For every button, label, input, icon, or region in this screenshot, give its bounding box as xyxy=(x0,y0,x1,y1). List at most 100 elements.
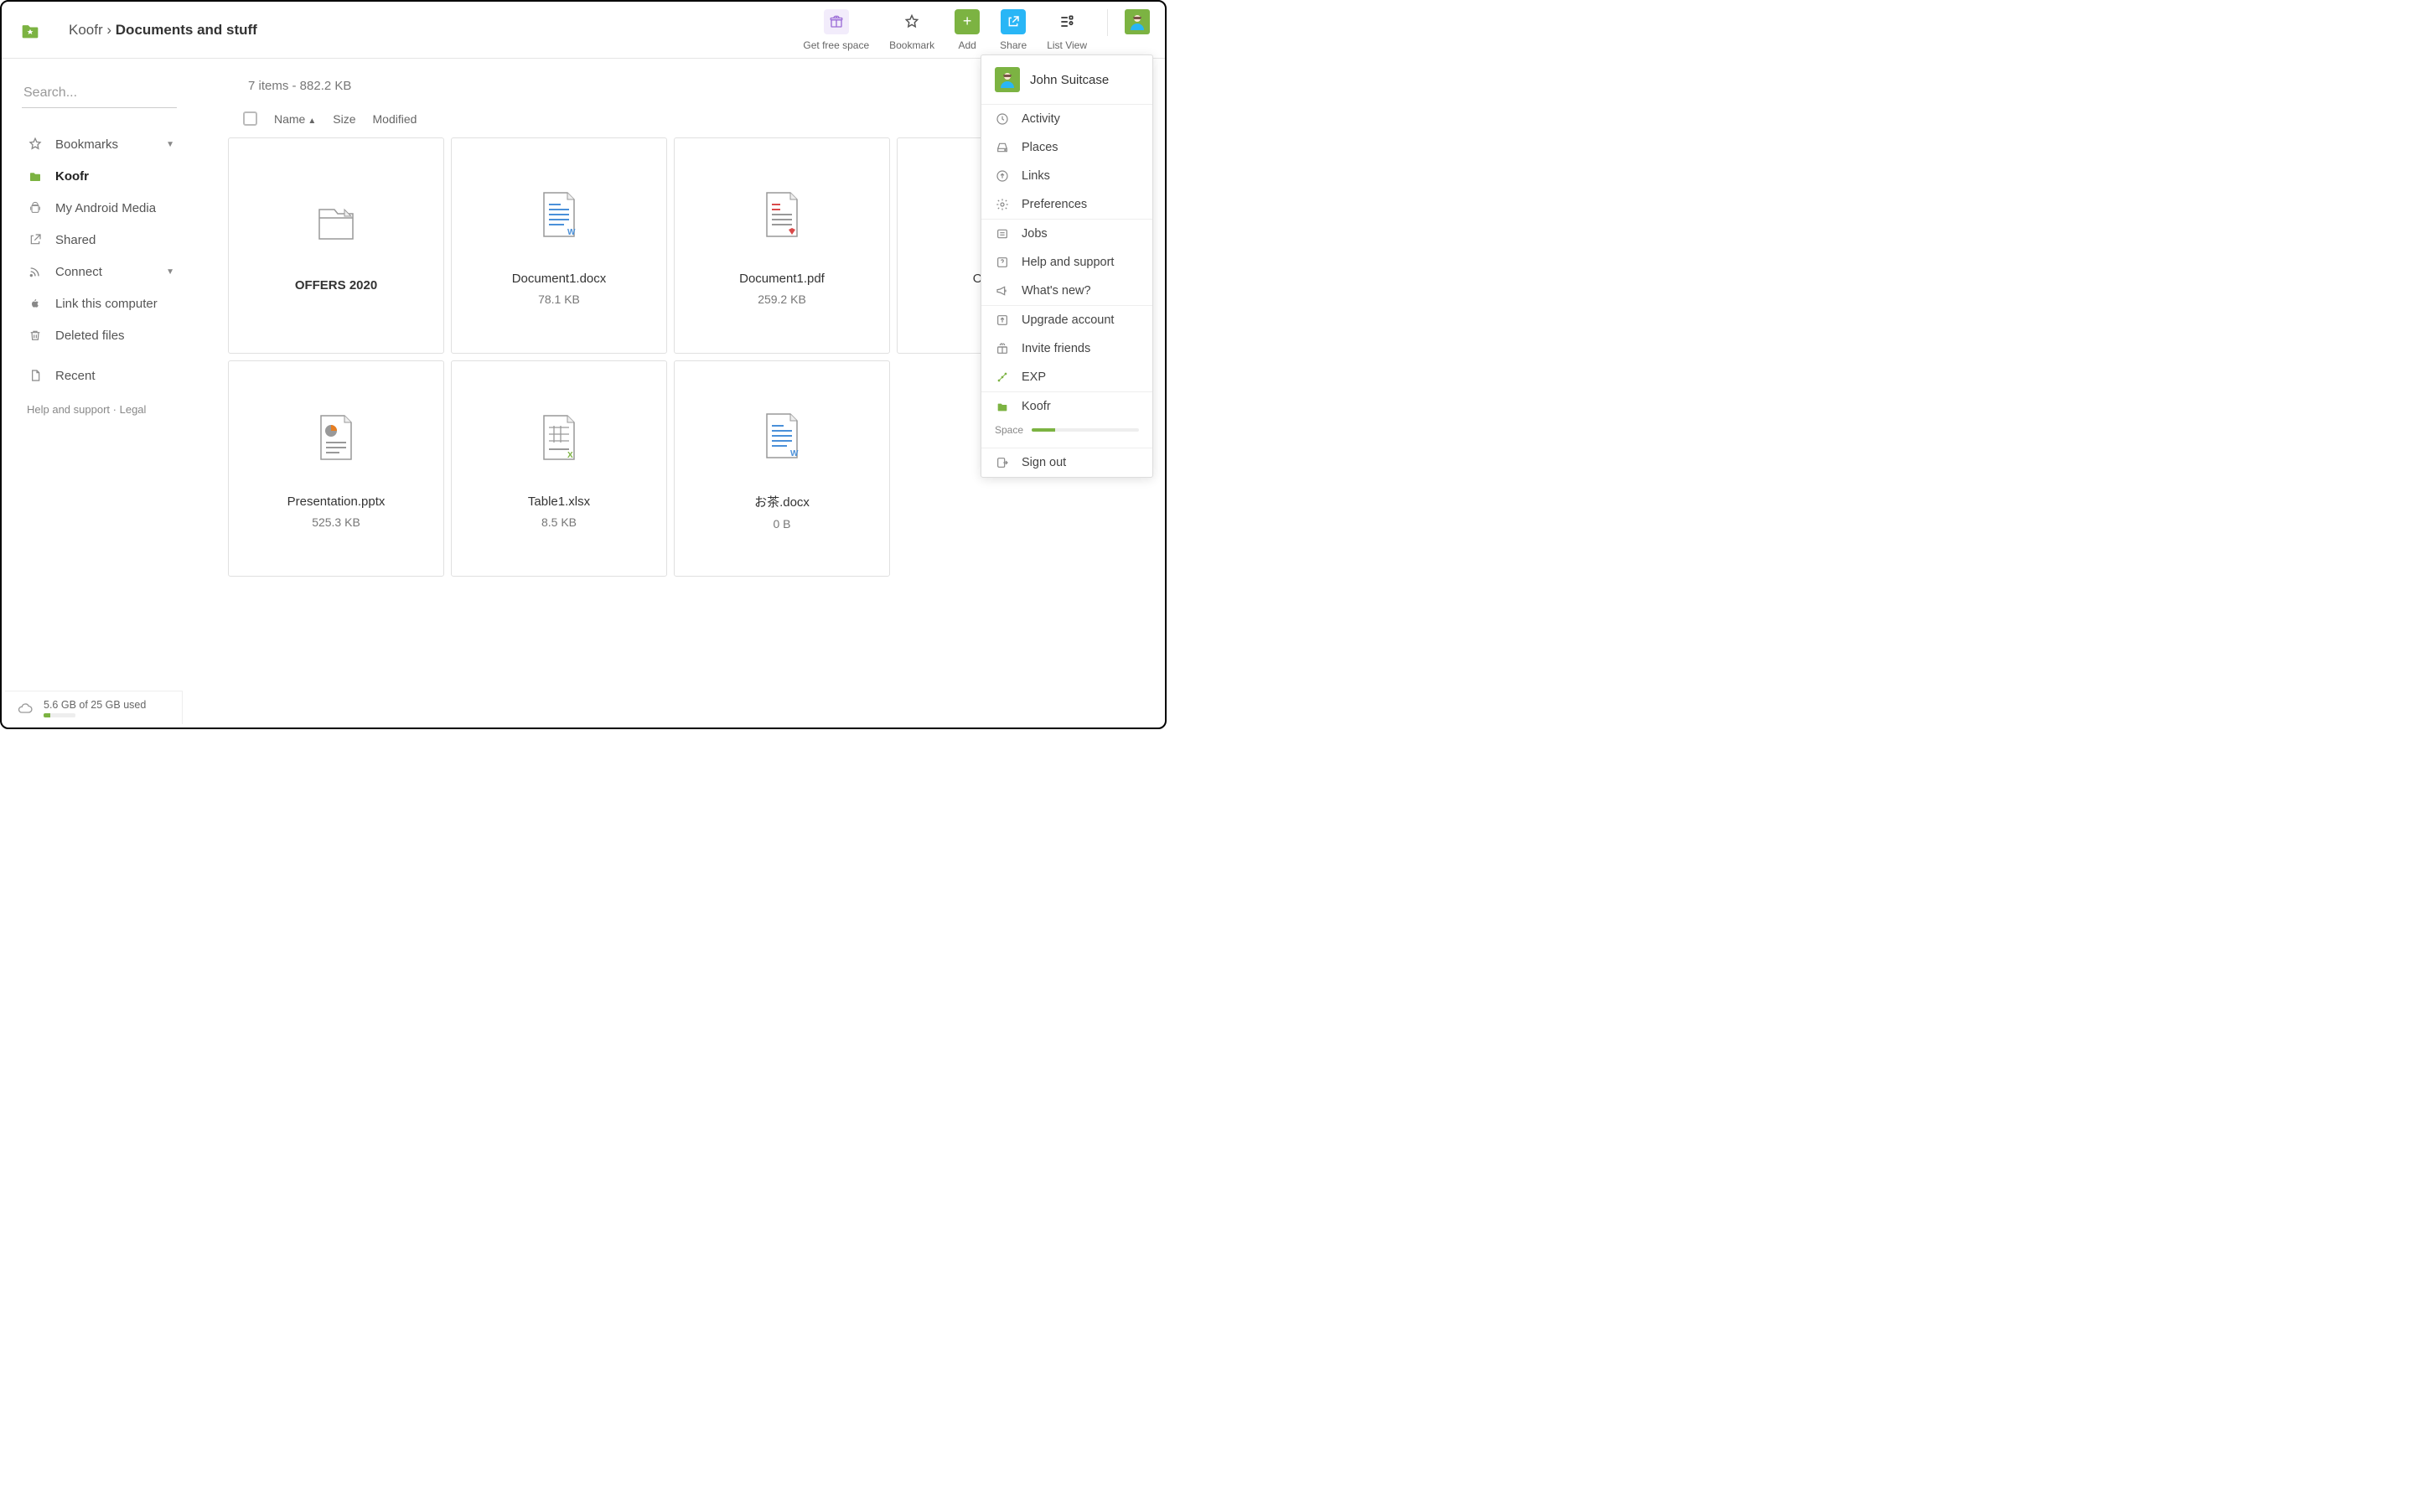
divider xyxy=(1107,9,1108,36)
breadcrumb-current: Documents and stuff xyxy=(116,22,257,38)
menu-koofr[interactable]: Koofr xyxy=(981,392,1152,421)
file-tile[interactable]: Document1.pdf 259.2 KB xyxy=(674,137,890,354)
file-name: Table1.xlsx xyxy=(528,495,590,509)
menu-exp[interactable]: EXP xyxy=(981,363,1152,391)
sort-asc-icon: ▲ xyxy=(308,117,316,126)
help-link[interactable]: Help and support xyxy=(27,403,110,416)
file-name: お茶.docx xyxy=(754,493,810,510)
pptx-icon xyxy=(313,409,360,466)
file-size: 259.2 KB xyxy=(758,293,806,306)
external-link-icon xyxy=(1001,9,1026,34)
sidebar-item-label: Bookmarks xyxy=(55,137,118,152)
list-view-icon xyxy=(1054,9,1079,34)
menu-space-row: Space xyxy=(981,421,1152,448)
sidebar-item-android[interactable]: My Android Media xyxy=(22,192,186,224)
sidebar-footer: Help and support · Legal xyxy=(22,391,186,416)
file-tile[interactable]: W お茶.docx 0 B xyxy=(674,360,890,577)
col-size[interactable]: Size xyxy=(333,112,355,126)
docx-icon: W xyxy=(536,186,582,243)
select-all-checkbox[interactable] xyxy=(243,111,257,126)
file-size: 78.1 KB xyxy=(538,293,580,306)
share-button[interactable]: Share xyxy=(990,9,1037,51)
get-free-space-button[interactable]: Get free space xyxy=(793,9,879,51)
sidebar: Bookmarks ▼ Koofr My Android Media Share… xyxy=(2,59,186,694)
sidebar-item-label: Koofr xyxy=(55,169,89,184)
user-avatar-icon xyxy=(995,67,1020,92)
user-name: John Suitcase xyxy=(1030,73,1109,87)
file-tile[interactable]: OFFERS 2020 xyxy=(228,137,444,354)
col-name[interactable]: Name▲ xyxy=(274,112,316,126)
svg-text:W: W xyxy=(790,449,799,458)
cloud-icon xyxy=(17,700,34,717)
col-modified[interactable]: Modified xyxy=(373,112,417,126)
menu-invite[interactable]: Invite friends xyxy=(981,334,1152,363)
user-menu: John Suitcase Activity Places Links Pref… xyxy=(981,54,1153,478)
svg-text:X: X xyxy=(567,451,573,460)
bag-icon xyxy=(995,399,1010,414)
sidebar-item-deleted[interactable]: Deleted files xyxy=(22,319,186,351)
file-tile[interactable]: W Document1.docx 78.1 KB xyxy=(451,137,667,354)
xlsx-icon: X xyxy=(536,409,582,466)
list-view-button[interactable]: List View xyxy=(1037,9,1097,51)
legal-link[interactable]: Legal xyxy=(120,403,147,416)
help-icon xyxy=(995,255,1010,270)
star-icon xyxy=(899,9,924,34)
file-icon xyxy=(27,367,44,384)
file-size: 8.5 KB xyxy=(541,515,577,529)
breadcrumb: Koofr › Documents and stuff xyxy=(69,22,257,39)
sidebar-item-label: Link this computer xyxy=(55,297,158,311)
file-tile[interactable]: X Table1.xlsx 8.5 KB xyxy=(451,360,667,577)
menu-preferences[interactable]: Preferences xyxy=(981,190,1152,219)
sidebar-item-bookmarks[interactable]: Bookmarks ▼ xyxy=(22,128,186,160)
share-icon xyxy=(27,231,44,248)
file-tile[interactable]: Presentation.pptx 525.3 KB xyxy=(228,360,444,577)
menu-links[interactable]: Links xyxy=(981,162,1152,190)
breadcrumb-root[interactable]: Koofr xyxy=(69,22,103,38)
search-input[interactable] xyxy=(22,79,177,108)
storage-status[interactable]: 5.6 GB of 25 GB used xyxy=(5,691,183,724)
menu-places[interactable]: Places xyxy=(981,133,1152,162)
file-name: OFFERS 2020 xyxy=(295,278,377,293)
gift-icon xyxy=(824,9,849,34)
signout-icon xyxy=(995,455,1010,470)
rss-icon xyxy=(27,263,44,280)
file-name: Document1.pdf xyxy=(739,272,825,286)
sidebar-item-label: Connect xyxy=(55,265,102,279)
menu-help[interactable]: Help and support xyxy=(981,248,1152,277)
add-button[interactable]: + Add xyxy=(945,9,990,51)
sidebar-item-koofr[interactable]: Koofr xyxy=(22,160,186,192)
exp-icon xyxy=(995,370,1010,385)
bag-icon xyxy=(27,168,44,184)
menu-whatsnew[interactable]: What's new? xyxy=(981,277,1152,305)
user-avatar[interactable] xyxy=(1125,9,1150,34)
menu-user-row[interactable]: John Suitcase xyxy=(981,55,1152,104)
docx-icon: W xyxy=(758,407,805,464)
sidebar-item-connect[interactable]: Connect ▼ xyxy=(22,256,186,287)
file-name: Presentation.pptx xyxy=(287,495,386,509)
menu-jobs[interactable]: Jobs xyxy=(981,220,1152,248)
clock-icon xyxy=(995,111,1010,127)
storage-text: 5.6 GB of 25 GB used xyxy=(44,699,146,711)
sidebar-item-label: Shared xyxy=(55,233,96,247)
svg-text:W: W xyxy=(567,228,576,237)
bookmark-button[interactable]: Bookmark xyxy=(879,9,945,51)
app-logo[interactable] xyxy=(17,17,44,44)
star-icon xyxy=(27,136,44,153)
apple-icon xyxy=(27,295,44,312)
breadcrumb-sep: › xyxy=(106,22,111,38)
header-actions: Get free space Bookmark + Add Share List… xyxy=(793,9,1150,51)
upload-icon xyxy=(995,168,1010,184)
sidebar-item-link-computer[interactable]: Link this computer xyxy=(22,287,186,319)
file-size: 525.3 KB xyxy=(312,515,360,529)
sidebar-item-label: Recent xyxy=(55,369,96,383)
sidebar-item-recent[interactable]: Recent xyxy=(22,360,186,391)
menu-upgrade[interactable]: Upgrade account xyxy=(981,306,1152,334)
gift-icon xyxy=(995,341,1010,356)
plus-icon: + xyxy=(955,9,980,34)
menu-signout[interactable]: Sign out xyxy=(981,448,1152,477)
megaphone-icon xyxy=(995,283,1010,298)
chevron-down-icon: ▼ xyxy=(166,267,174,277)
sidebar-item-shared[interactable]: Shared xyxy=(22,224,186,256)
file-name: Document1.docx xyxy=(512,272,607,286)
menu-activity[interactable]: Activity xyxy=(981,105,1152,133)
